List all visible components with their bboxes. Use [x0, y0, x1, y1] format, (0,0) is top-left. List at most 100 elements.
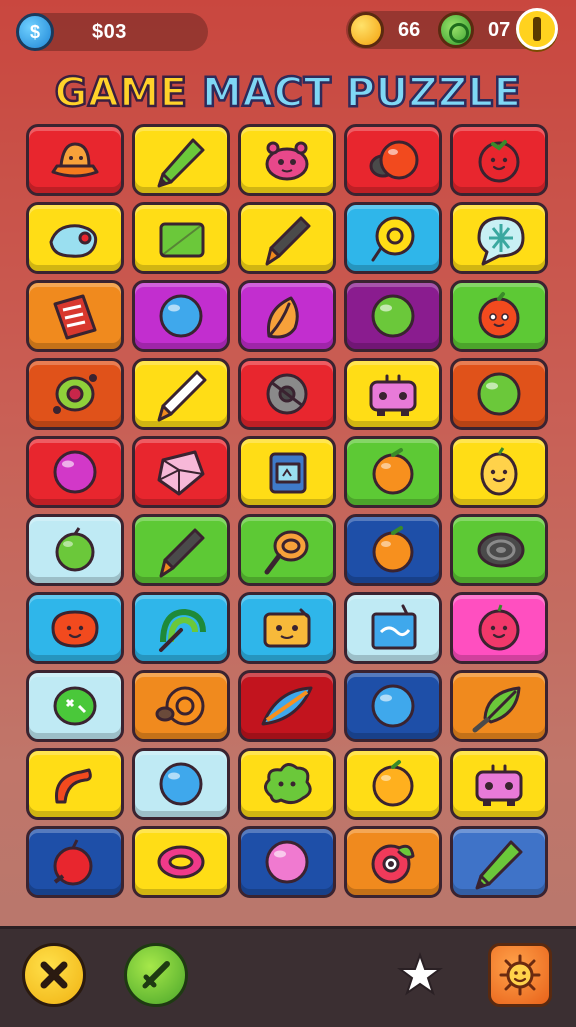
- hat-icon: [51, 142, 99, 178]
- tile-r10-c4[interactable]: [344, 826, 442, 898]
- title-part-1: GAME: [53, 69, 188, 118]
- sun-icon: [499, 954, 541, 996]
- tile-r7-c3[interactable]: [238, 592, 336, 664]
- tile-r1-c2[interactable]: [132, 124, 230, 196]
- tile-r2-c2[interactable]: [132, 202, 230, 274]
- pen-icon: [157, 370, 207, 422]
- blue-ball-icon: [159, 294, 203, 338]
- tile-r3-c1[interactable]: [26, 280, 124, 352]
- puzzle-board: [26, 124, 550, 906]
- pause-button[interactable]: [516, 8, 558, 50]
- tile-r7-c1[interactable]: [26, 592, 124, 664]
- tile-r10-c2[interactable]: [132, 826, 230, 898]
- tile-r8-c2[interactable]: [132, 670, 230, 742]
- tile-r9-c5[interactable]: [450, 748, 548, 820]
- tile-r2-c1[interactable]: [26, 202, 124, 274]
- tile-r9-c3[interactable]: [238, 748, 336, 820]
- tile-r1-c4[interactable]: [344, 124, 442, 196]
- pencil-icon: [475, 840, 523, 890]
- orange-icon: [372, 448, 414, 495]
- surfboard-icon: [261, 686, 313, 726]
- tile-r4-c1[interactable]: [26, 358, 124, 430]
- tile-r5-c5[interactable]: [450, 436, 548, 508]
- tile-r10-c3[interactable]: [238, 826, 336, 898]
- leaf-icon: [266, 296, 299, 339]
- green-gem-icon: [438, 12, 474, 48]
- tile-r9-c1[interactable]: [26, 748, 124, 820]
- tile-r4-c5[interactable]: [450, 358, 548, 430]
- tile-r7-c2[interactable]: [132, 592, 230, 664]
- tile-r2-c4[interactable]: [344, 202, 442, 274]
- gold-coin-icon: [348, 12, 384, 48]
- close-button[interactable]: [22, 943, 86, 1007]
- title-part-2: MACT PUZZLE: [201, 69, 522, 118]
- snail-shell-icon: [155, 686, 205, 726]
- card-icon: [159, 222, 205, 258]
- seed-icon: [264, 530, 309, 575]
- snail-icon: [477, 532, 525, 568]
- money-counter: $ $03: [16, 13, 208, 51]
- tile-r2-c5[interactable]: [450, 202, 548, 274]
- olive-icon: [53, 374, 97, 414]
- star-button[interactable]: [394, 949, 446, 1001]
- tile-r5-c1[interactable]: [26, 436, 124, 508]
- gem-icon: [157, 450, 205, 496]
- pencil-icon: [157, 138, 205, 188]
- orange-icon: [372, 526, 414, 573]
- star-icon: [397, 952, 443, 996]
- tile-r7-c4[interactable]: [344, 592, 442, 664]
- tile-r6-c3[interactable]: [238, 514, 336, 586]
- box-icon: [269, 452, 307, 494]
- brush-icon: [265, 216, 311, 266]
- lemon-face-icon: [480, 447, 518, 496]
- tile-r3-c5[interactable]: [450, 280, 548, 352]
- apple-icon: [55, 527, 95, 572]
- tile-r2-c3[interactable]: [238, 202, 336, 274]
- robot-icon: [475, 764, 523, 806]
- resource-counter: 66 07: [346, 8, 558, 50]
- tile-r9-c4[interactable]: [344, 748, 442, 820]
- tile-r4-c3[interactable]: [238, 358, 336, 430]
- sword-icon: [142, 961, 170, 989]
- brush-icon: [159, 528, 205, 578]
- berry-face-icon: [478, 604, 520, 651]
- tomato-icon: [478, 140, 520, 183]
- tile-r5-c3[interactable]: [238, 436, 336, 508]
- tile-r4-c2[interactable]: [132, 358, 230, 430]
- bush-icon: [264, 763, 312, 805]
- tile-r3-c4[interactable]: [344, 280, 442, 352]
- tile-r3-c2[interactable]: [132, 280, 230, 352]
- milk-box-icon: [371, 604, 417, 650]
- blue-ball-icon: [159, 762, 203, 806]
- tile-r8-c1[interactable]: [26, 670, 124, 742]
- tile-r10-c1[interactable]: [26, 826, 124, 898]
- tile-r6-c1[interactable]: [26, 514, 124, 586]
- tile-r8-c3[interactable]: [238, 670, 336, 742]
- gear-icon: [266, 373, 308, 415]
- chili-icon: [55, 768, 92, 804]
- tile-r6-c4[interactable]: [344, 514, 442, 586]
- crab-icon: [265, 141, 309, 181]
- tile-r5-c2[interactable]: [132, 436, 230, 508]
- tile-r3-c3[interactable]: [238, 280, 336, 352]
- tile-r6-c2[interactable]: [132, 514, 230, 586]
- sword-button[interactable]: [124, 943, 188, 1007]
- tile-r7-c5[interactable]: [450, 592, 548, 664]
- tile-r1-c3[interactable]: [238, 124, 336, 196]
- tile-r5-c4[interactable]: [344, 436, 442, 508]
- tile-r4-c4[interactable]: [344, 358, 442, 430]
- tile-r10-c5[interactable]: [450, 826, 548, 898]
- tile-r1-c1[interactable]: [26, 124, 124, 196]
- eye-fruit-icon: [371, 844, 415, 884]
- strawberry-icon: [51, 610, 99, 648]
- donut-icon: [371, 216, 415, 262]
- magenta-ball-icon: [53, 450, 97, 494]
- tile-r6-c5[interactable]: [450, 514, 548, 586]
- sun-button[interactable]: [488, 943, 552, 1007]
- rainbow-icon: [159, 608, 206, 652]
- tile-r8-c4[interactable]: [344, 670, 442, 742]
- tile-r8-c5[interactable]: [450, 670, 548, 742]
- tile-r1-c5[interactable]: [450, 124, 548, 196]
- tile-r9-c2[interactable]: [132, 748, 230, 820]
- close-icon: [40, 961, 68, 989]
